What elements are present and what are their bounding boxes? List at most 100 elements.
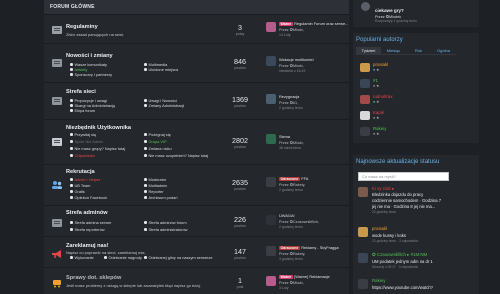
forum-title[interactable]: Strefa sieci bbox=[66, 89, 96, 95]
subforum-link[interactable]: Grafik bbox=[70, 189, 85, 194]
avatar[interactable] bbox=[360, 95, 370, 104]
subforum-link[interactable]: Zmiany Administracji bbox=[144, 103, 185, 108]
last-post-author[interactable]: Przez ✪Mlodv, bbox=[279, 140, 304, 145]
forum-read-icon bbox=[51, 218, 63, 228]
last-post-author[interactable]: Przez ✪Rakeiy, bbox=[279, 251, 305, 256]
author-name[interactable]: #1 bbox=[373, 78, 378, 83]
forum-read-icon bbox=[51, 96, 63, 106]
subforum-link[interactable]: Zmiana nicku bbox=[144, 146, 172, 151]
avatar[interactable] bbox=[360, 79, 370, 88]
author-name[interactable]: rudnoltrax bbox=[373, 94, 393, 99]
avatar[interactable] bbox=[266, 94, 276, 104]
status-input[interactable]: Co masz na myśli? bbox=[358, 172, 449, 181]
subforum-link[interactable]: Odebranej gliny na naszym serwerze bbox=[144, 255, 213, 260]
subforum-link[interactable]: Multiadmin bbox=[144, 183, 168, 188]
last-post-link[interactable]: FFA bbox=[301, 176, 308, 181]
subforum-link[interactable]: Pożegnaj się bbox=[144, 132, 171, 137]
last-post-author[interactable]: Przez ✪Mlodv, bbox=[279, 280, 304, 285]
subforum-link[interactable]: Strefa reporterów bbox=[70, 227, 105, 232]
tab-month[interactable]: Miesiąc bbox=[381, 47, 406, 54]
avatar[interactable] bbox=[266, 177, 276, 187]
subforum-link[interactable]: Archiwum podań bbox=[144, 195, 178, 200]
subforum-link[interactable]: Nie masz grupy? Napisz tutaj bbox=[70, 146, 126, 151]
avatar[interactable] bbox=[361, 2, 370, 11]
last-post-author[interactable]: Przez ✪Rakeiy, bbox=[279, 182, 305, 187]
avatar[interactable] bbox=[266, 276, 276, 286]
avatar[interactable] bbox=[360, 127, 370, 136]
last-post-title[interactable]: Ważne Regulamin Forum oraz serwe... bbox=[279, 21, 348, 26]
avatar[interactable] bbox=[266, 134, 276, 144]
avatar[interactable] bbox=[358, 187, 368, 197]
subforum-link[interactable]: Wykonanie bbox=[70, 255, 94, 260]
last-post-author[interactable]: Przez ✪Czasownikfilch, bbox=[279, 219, 319, 224]
status-author[interactable]: ✪ Czasownikfilch ▸ #1M:NM bbox=[372, 252, 427, 258]
tab-year[interactable]: Rok bbox=[406, 47, 431, 54]
avatar[interactable] bbox=[266, 56, 276, 66]
subforum-link[interactable]: Przywitaj się bbox=[70, 132, 97, 137]
last-post-link[interactable]: Siema bbox=[279, 134, 290, 139]
subforum-link[interactable]: UB Team bbox=[70, 183, 91, 188]
forum-title[interactable]: Sprawy dot. sklepów bbox=[66, 275, 121, 281]
status-text: codziennie samochodem · Godzina 7 bbox=[372, 198, 442, 203]
avatar[interactable] bbox=[358, 279, 368, 289]
last-post-author[interactable]: Przez ✪#1, bbox=[279, 100, 298, 105]
last-post-title[interactable]: Ważne [Ważne] Reklamacje bbox=[279, 274, 330, 279]
subforum-link[interactable]: Sponsorzy i partnerzy bbox=[70, 72, 113, 77]
last-post-link[interactable]: Rezygnacja bbox=[279, 94, 299, 99]
category-header[interactable]: FORUM GŁÓWNE bbox=[44, 0, 349, 15]
section-title: Najnowsze aktualizacje statusu bbox=[356, 159, 440, 165]
forum-title[interactable]: Niezbędnik Użytkownika bbox=[66, 125, 131, 131]
subforum-link[interactable]: Moderator bbox=[144, 177, 167, 182]
last-post-title[interactable]: Odrzucone Reklamy - SkyFragga bbox=[279, 245, 339, 250]
last-post-author[interactable]: Przez ✪Mlodv, bbox=[279, 27, 304, 32]
subforum-link[interactable]: Opiekun Facebook bbox=[70, 195, 108, 200]
last-post-link[interactable]: Reklamy - SkyFragga bbox=[301, 245, 338, 250]
status-author[interactable]: Rakeiy bbox=[372, 278, 385, 283]
subforum-link[interactable]: Ekipa forum bbox=[70, 108, 96, 113]
avatar[interactable] bbox=[358, 227, 368, 237]
subforum-link[interactable]: Nie masz uzupełnień? Napisz tutaj bbox=[144, 153, 209, 158]
avatar[interactable] bbox=[266, 22, 276, 32]
avatar[interactable] bbox=[266, 215, 276, 225]
subforum-link[interactable]: Strefa administratorów bbox=[144, 227, 188, 232]
tab-week[interactable]: Tydzień bbox=[356, 47, 381, 54]
post-count: 1369 bbox=[232, 95, 248, 104]
forum-title[interactable]: Regulaminy bbox=[66, 24, 98, 30]
subforum-link[interactable]: Strefa admina serwer bbox=[70, 220, 112, 225]
author-name[interactable]: Kapik bbox=[373, 110, 384, 115]
subforum-link[interactable]: Strefa adminów forum bbox=[144, 220, 187, 225]
status-author[interactable]: prosiakl bbox=[372, 226, 387, 231]
tab-all[interactable]: Ogólna bbox=[431, 47, 456, 54]
last-post-link[interactable]: [Ważne] Reklamacje bbox=[294, 274, 330, 279]
section-title: Popularni autorzy bbox=[356, 37, 403, 43]
post-count: 3 bbox=[238, 23, 242, 32]
forum-title[interactable]: Strefa adminów bbox=[66, 210, 108, 216]
subforum-link[interactable]: Odebranie nagrody bbox=[104, 255, 142, 260]
subforum-link[interactable]: Spole Nie Admin bbox=[70, 139, 104, 144]
last-post-link[interactable]: Wakacje multikonta! bbox=[279, 57, 314, 62]
recent-topic-title[interactable]: ciekawe gry? bbox=[375, 8, 404, 13]
avatar[interactable] bbox=[360, 111, 370, 120]
last-post-author[interactable]: Przez ✪Mlodv, bbox=[279, 63, 304, 68]
forum-title[interactable]: Zareklamuj nas! bbox=[66, 243, 109, 249]
subforum-link[interactable]: Reporter bbox=[144, 189, 164, 194]
author-score: ● ★ bbox=[373, 132, 380, 136]
avatar[interactable] bbox=[358, 253, 368, 263]
forum-title[interactable]: Nowości i zmiany bbox=[66, 53, 113, 59]
subforum-link[interactable]: Grupa VIP bbox=[144, 139, 167, 144]
last-post-title[interactable]: Odrzucone FFA bbox=[279, 176, 308, 181]
avatar[interactable] bbox=[360, 63, 370, 72]
subforum-link[interactable]: Ulubione miejsca bbox=[144, 67, 179, 72]
subforum-link[interactable]: Odpowiedzi bbox=[70, 153, 95, 158]
subforum-link[interactable]: Admin / Helper bbox=[70, 177, 101, 182]
last-post-link[interactable]: Regulamin Forum oraz serwe... bbox=[294, 21, 348, 26]
forum-row: Niezbędnik Użytkownika Przywitaj się Spo… bbox=[44, 121, 349, 165]
forum-row: Strefa sieci Propozycje i uwagi Skargi n… bbox=[44, 84, 349, 120]
author-name[interactable]: prosiakl bbox=[373, 62, 388, 67]
avatar[interactable] bbox=[266, 246, 276, 256]
forum-title[interactable]: Rekrutacja bbox=[66, 169, 95, 175]
last-post-time: 2 godziny temu bbox=[279, 225, 303, 229]
author-name[interactable]: Rakeiy bbox=[373, 126, 386, 131]
last-post-link[interactable]: UWAGA! bbox=[279, 213, 295, 218]
shop-cart-icon bbox=[51, 278, 63, 288]
